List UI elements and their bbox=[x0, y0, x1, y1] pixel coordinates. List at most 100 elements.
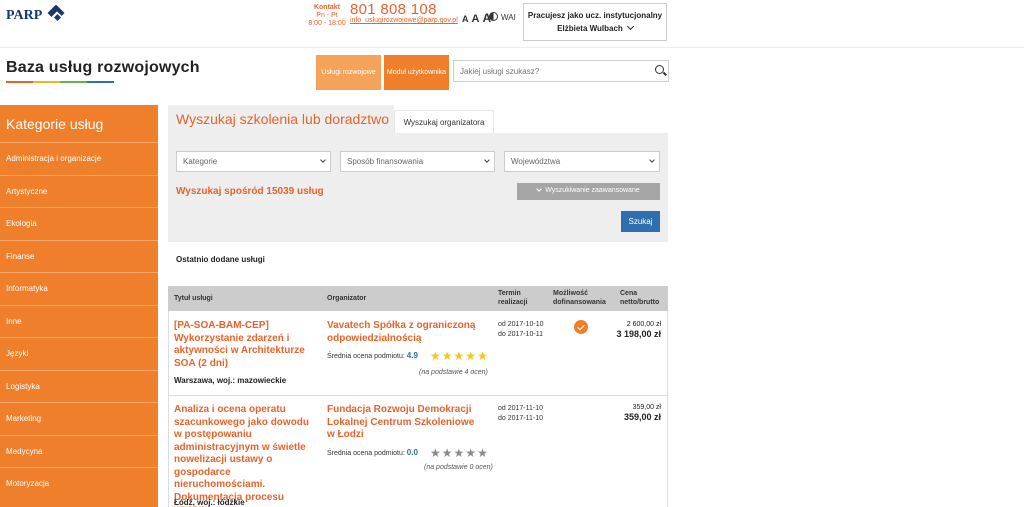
organizer-link[interactable]: Vavatech Spółka z ograniczoną odpowiedzi… bbox=[327, 320, 482, 345]
sidebar-item-administracja[interactable]: Administracja i organizacje bbox=[0, 142, 158, 175]
search-icon[interactable] bbox=[655, 65, 664, 74]
table-row: [PA-SOA-BAM-CEP] Wykorzystanie zdarzeń i… bbox=[168, 311, 668, 396]
sidebar-item-marketing[interactable]: Marketing bbox=[0, 402, 158, 435]
sidebar-item-motoryzacja[interactable]: Motoryzacja bbox=[0, 467, 158, 500]
star-icon: ★ bbox=[465, 446, 477, 460]
service-title-link[interactable]: Analiza i ocena operatu szacunkowego jak… bbox=[174, 404, 319, 507]
tab-search-organizer[interactable]: Wyszukaj organizatora bbox=[394, 110, 494, 133]
star-icon: ★ bbox=[453, 349, 465, 363]
user-name: Elżbieta Wulbach bbox=[557, 24, 623, 33]
parp-logo[interactable]: PARP bbox=[6, 5, 66, 27]
font-size-medium-button[interactable]: A bbox=[472, 13, 480, 25]
date-to: do 2017-10-11 bbox=[498, 331, 544, 338]
table-row: Analiza i ocena operatu szacunkowego jak… bbox=[168, 396, 668, 507]
service-price: 359,00 zł 359,00 zł bbox=[624, 404, 661, 423]
chevron-down-icon bbox=[626, 22, 634, 31]
region-select-value: Województwa bbox=[511, 157, 561, 166]
contrast-icon[interactable] bbox=[489, 12, 498, 21]
service-dates: od 2017-11-10 do 2017-11-10 bbox=[498, 404, 543, 424]
service-price: 2 600,00 zł 3 198,00 zł bbox=[609, 321, 661, 340]
sidebar-title: Kategorie usług bbox=[6, 116, 104, 132]
star-icon: ★ bbox=[477, 446, 488, 460]
contact-label: Kontakt bbox=[313, 4, 341, 11]
service-location: Warszawa, woj.: mazowieckie bbox=[174, 376, 287, 385]
search-button[interactable]: Szukaj bbox=[621, 211, 660, 232]
col-title[interactable]: Tytuł usługi bbox=[174, 294, 213, 303]
email-link[interactable]: info_uslugirozwojowe@parp.gov.pl bbox=[350, 17, 458, 24]
star-icon: ★ bbox=[430, 446, 441, 460]
recent-services-title: Ostatnio dodane usługi bbox=[176, 255, 265, 264]
star-icon: ★ bbox=[441, 349, 453, 363]
rating-value: 0.0 bbox=[406, 448, 418, 457]
tab-search-services-label: Wyszukaj szkolenia lub doradztwo bbox=[176, 111, 390, 127]
star-icon: ★ bbox=[453, 446, 465, 460]
found-prefix: Wyszukaj spośród bbox=[176, 186, 264, 197]
user-menu[interactable]: Pracujesz jako ucz. instytucjonalny Elżb… bbox=[523, 3, 667, 41]
rating-stars: ★ ★ ★ ★ ★ bbox=[430, 350, 488, 362]
nav-user-module-button[interactable]: Moduł użytkownika bbox=[384, 55, 449, 90]
funding-check-icon bbox=[574, 320, 588, 334]
search-input[interactable] bbox=[453, 60, 669, 82]
font-size-controls: A A A bbox=[462, 11, 491, 25]
date-to: do 2017-11-10 bbox=[498, 415, 544, 422]
category-select[interactable]: Kategorie bbox=[176, 151, 331, 172]
rating-summary: Średnia ocena podmiotu: 0.0 bbox=[327, 448, 418, 457]
service-dates: od 2017-10-10 do 2017-10-11 bbox=[498, 320, 544, 340]
rating-summary: Średnia ocena podmiotu: 4.9 bbox=[327, 351, 418, 360]
col-funding[interactable]: Możliwość dofinansowania bbox=[553, 289, 613, 307]
advanced-search-label: Wyszukiwanie zaawansowane bbox=[545, 187, 640, 194]
sidebar-item-artystyczne[interactable]: Artystyczne bbox=[0, 174, 158, 208]
phone-number[interactable]: 801 808 108 bbox=[350, 1, 437, 18]
table-header: Tytuł usługi Organizator Termin realizac… bbox=[168, 286, 668, 311]
star-icon: ★ bbox=[477, 349, 488, 363]
col-term[interactable]: Termin realizacji bbox=[498, 289, 538, 307]
sidebar-item-jezyki[interactable]: Języki bbox=[0, 337, 158, 370]
sidebar-item-ekologia[interactable]: Ekologia bbox=[0, 207, 158, 240]
rating-stars: ★ ★ ★ ★ ★ bbox=[430, 447, 488, 459]
funding-select-value: Sposób finansowania bbox=[347, 157, 424, 166]
service-title-link[interactable]: [PA-SOA-BAM-CEP] Wykorzystanie zdarzeń i… bbox=[174, 320, 319, 370]
sidebar-item-finanse[interactable]: Finanse bbox=[0, 239, 158, 273]
rating-value: 4.9 bbox=[406, 351, 418, 360]
rating-count: (na podstawie 0 ocen) bbox=[424, 464, 493, 471]
rating-count: (na podstawie 4 ocen) bbox=[419, 369, 488, 376]
col-organizer[interactable]: Organizator bbox=[327, 294, 366, 303]
chevron-down-icon bbox=[649, 157, 655, 163]
region-select[interactable]: Województwa bbox=[504, 151, 660, 172]
chevron-down-icon bbox=[320, 157, 326, 163]
star-icon: ★ bbox=[465, 349, 477, 363]
user-role: Pracujesz jako ucz. instytucjonalny bbox=[527, 11, 663, 20]
sidebar-item-logistyka[interactable]: Logistyka bbox=[0, 369, 158, 403]
price-gross: 359,00 zł bbox=[623, 412, 661, 422]
found-suffix: usług bbox=[297, 186, 324, 197]
services-count: Wyszukaj spośród 15039 usług bbox=[176, 186, 324, 197]
price-net: 2 600,00 zł bbox=[626, 321, 661, 328]
rating-label: Średnia ocena podmiotu: bbox=[327, 353, 405, 360]
contact-days: Pn - Pt bbox=[316, 12, 338, 19]
title-color-bar bbox=[6, 81, 114, 83]
price-gross: 3 198,00 zł bbox=[616, 329, 661, 339]
col-price[interactable]: Cena netto/brutto bbox=[620, 289, 668, 307]
header-divider bbox=[0, 47, 1024, 48]
sidebar-item-medycyna[interactable]: Medycyna bbox=[0, 434, 158, 468]
wai-link[interactable]: WAI bbox=[501, 13, 516, 22]
contact-time: 8:00 - 18:00 bbox=[308, 20, 346, 27]
star-icon: ★ bbox=[430, 349, 441, 363]
font-size-small-button[interactable]: A bbox=[462, 14, 469, 24]
chevron-down-icon bbox=[484, 157, 490, 163]
sidebar-item-inne[interactable]: Inne bbox=[0, 304, 158, 338]
organizer-link[interactable]: Fundacja Rozwoju Demokracji Lokalnej Cen… bbox=[327, 404, 482, 442]
rating-label: Średnia ocena podmiotu: bbox=[327, 450, 405, 457]
nav-services-button[interactable]: Usługi rozwojowe bbox=[316, 55, 381, 90]
sidebar-item-informatyka[interactable]: Informatyka bbox=[0, 272, 158, 305]
date-from: od 2017-11-10 bbox=[498, 405, 544, 412]
category-sidebar: Kategorie usług Administracja i organiza… bbox=[0, 105, 158, 507]
advanced-search-button[interactable]: Wyszukiwanie zaawansowane bbox=[517, 183, 660, 200]
star-icon: ★ bbox=[441, 446, 453, 460]
funding-select[interactable]: Sposób finansowania bbox=[340, 151, 495, 172]
chevron-down-icon bbox=[536, 186, 543, 192]
site-title: Baza usług rozwojowych bbox=[6, 59, 200, 76]
price-net: 359,00 zł bbox=[632, 404, 661, 411]
parp-logo-icon bbox=[47, 5, 65, 23]
category-select-value: Kategorie bbox=[183, 157, 218, 166]
